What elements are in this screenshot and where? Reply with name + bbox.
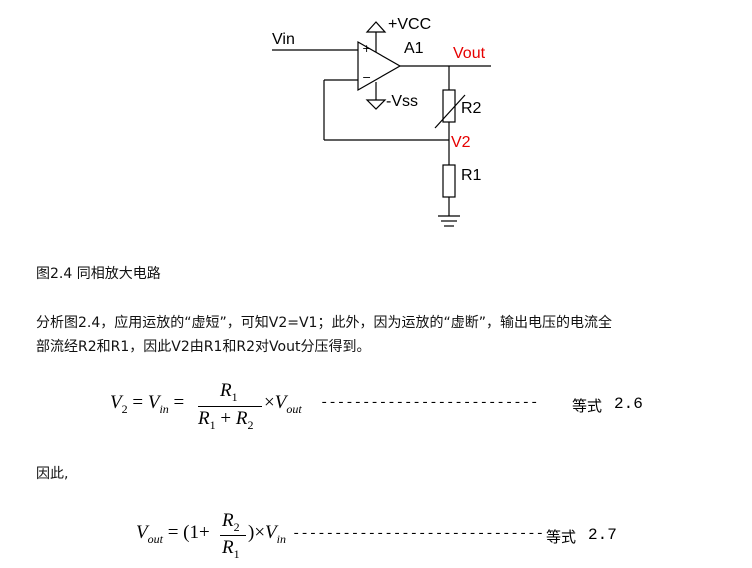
eq27-den-r: R [222, 537, 234, 558]
op-amp-minus-sign: − [362, 71, 372, 84]
eq27-equals: = [167, 522, 179, 543]
eq27-leader-dashes: ------------------------------ [292, 526, 545, 542]
eq27-num-sub: 2 [233, 520, 240, 534]
vss-arrow [365, 99, 387, 110]
eq26-vin: V [147, 392, 160, 413]
eq26-num-r: R [220, 380, 232, 401]
eq26-den-plus: + [220, 408, 232, 429]
vcc-label: +VCC [388, 16, 432, 33]
eq26-times: × [264, 392, 275, 413]
eq27-fraction-bar [220, 535, 246, 536]
paragraph-line-2: 部流经R2和R1，因此V2由R1和R2对Vout分压得到。 [36, 339, 371, 355]
amp-label: A1 [404, 40, 424, 57]
eq26-vin-sub: in [159, 402, 169, 416]
v2-label: V2 [451, 134, 471, 151]
eq26-den-r1-sub: 1 [209, 418, 216, 432]
eq27-open: (1+ [183, 522, 210, 543]
vin-label: Vin [272, 31, 295, 48]
eq26-label: 等式 [572, 397, 603, 415]
eq27-v-sub: out [147, 532, 163, 546]
eq26-number: 2.6 [614, 395, 643, 413]
eq26-v-sub: 2 [121, 402, 128, 416]
paragraph-line-1: 分析图2.4，应用运放的“虚短”，可知V2=V1；此外，因为运放的“虚断”，输出… [36, 315, 612, 331]
eq26-leader-dashes: -------------------------- [320, 395, 539, 411]
eq26-den-r1: R [198, 408, 210, 429]
vss-label: -Vss [386, 93, 418, 110]
eq26-num-sub: 1 [231, 390, 238, 404]
eq27-vin: V [265, 522, 277, 543]
eq27-num-r: R [222, 510, 234, 531]
eq27-close: )× [248, 522, 266, 543]
vcc-arrow [365, 21, 387, 33]
eq27-label: 等式 [546, 528, 577, 546]
r1-resistor [442, 164, 456, 198]
eq27-number: 2.7 [588, 526, 617, 544]
eq26-equals-2: = [173, 392, 185, 413]
eq26-den-r2-sub: 2 [247, 418, 254, 432]
r1-label: R1 [461, 167, 482, 184]
eq26-v: V [110, 392, 122, 413]
therefore-text: 因此, [36, 466, 69, 482]
r2-label: R2 [461, 100, 482, 117]
eq26-equals-1: = [132, 392, 144, 413]
figure-caption: 图2.4 同相放大电路 [36, 266, 161, 282]
eq26-den-r2: R [235, 408, 248, 429]
eq26-vout-sub: out [286, 402, 302, 416]
eq26-fraction-bar [198, 406, 262, 407]
eq26-vout: V [274, 392, 287, 413]
vout-label: Vout [453, 45, 486, 62]
eq27-v: V [136, 522, 148, 543]
eq27-den-sub: 1 [233, 547, 240, 561]
op-amp-plus-sign: + [362, 42, 372, 55]
eq27-vin-sub: in [276, 532, 286, 546]
circuit-schematic [272, 21, 491, 227]
